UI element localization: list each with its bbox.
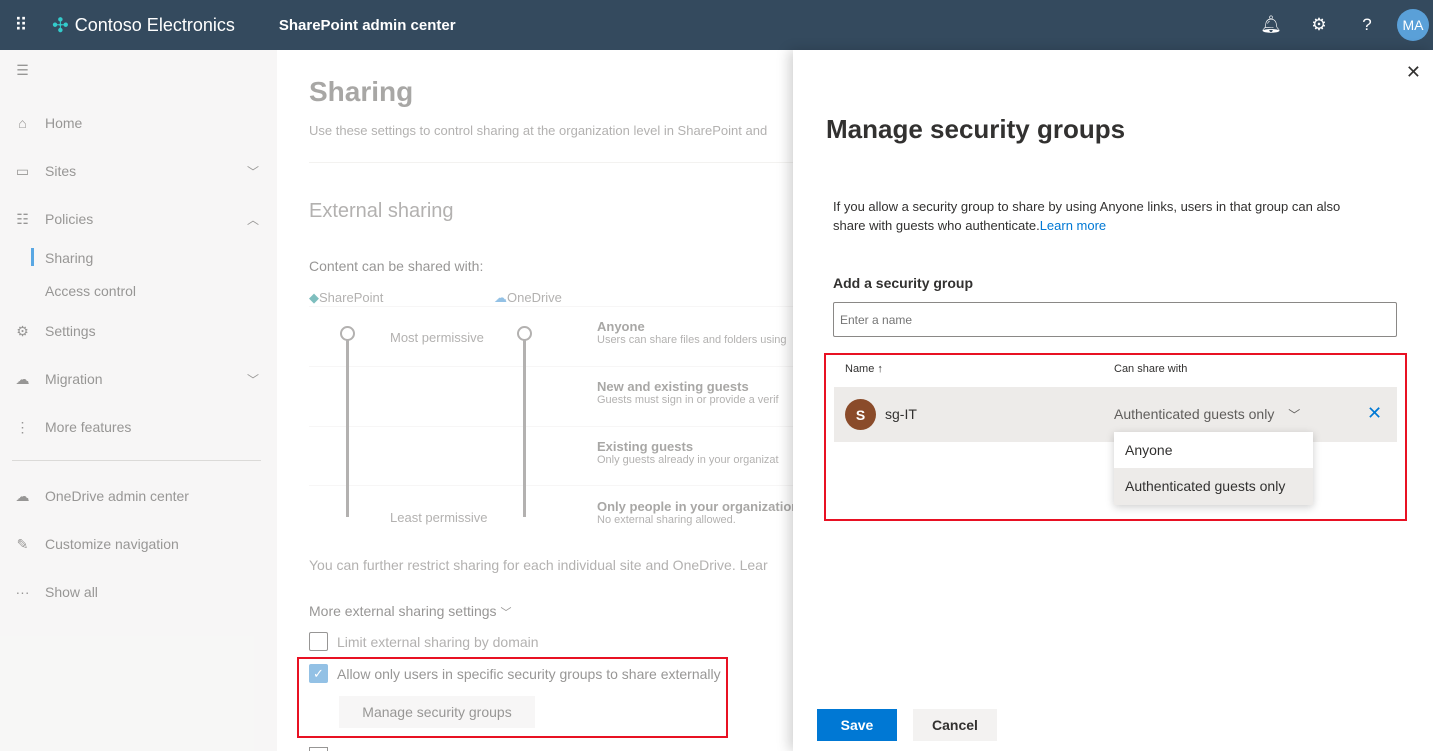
- panel-info: If you allow a security group to share b…: [833, 199, 1341, 233]
- modal-overlay: [0, 50, 793, 751]
- contoso-logo-icon: ✣: [52, 14, 69, 37]
- top-bar: ⠿ ✣ Contoso Electronics SharePoint admin …: [0, 0, 1433, 50]
- save-button[interactable]: Save: [817, 709, 897, 741]
- gear-icon[interactable]: ⚙: [1295, 15, 1343, 35]
- add-group-label: Add a security group: [833, 275, 974, 291]
- close-icon[interactable]: ✕: [1406, 62, 1421, 83]
- org-name: Contoso Electronics: [74, 14, 235, 35]
- help-icon[interactable]: ?: [1343, 15, 1391, 35]
- group-name-input[interactable]: [833, 302, 1397, 337]
- bell-icon[interactable]: 🔔︎: [1247, 15, 1295, 35]
- highlight-box: [297, 657, 728, 738]
- brand[interactable]: ✣ Contoso Electronics: [52, 13, 235, 38]
- app-title[interactable]: SharePoint admin center: [279, 17, 456, 34]
- highlight-box: [824, 353, 1407, 521]
- waffle-icon[interactable]: ⠿: [0, 15, 42, 36]
- cancel-button[interactable]: Cancel: [913, 709, 997, 741]
- learn-more-link[interactable]: Learn more: [1040, 218, 1106, 233]
- panel-title: Manage security groups: [826, 114, 1126, 144]
- avatar[interactable]: MA: [1397, 9, 1429, 41]
